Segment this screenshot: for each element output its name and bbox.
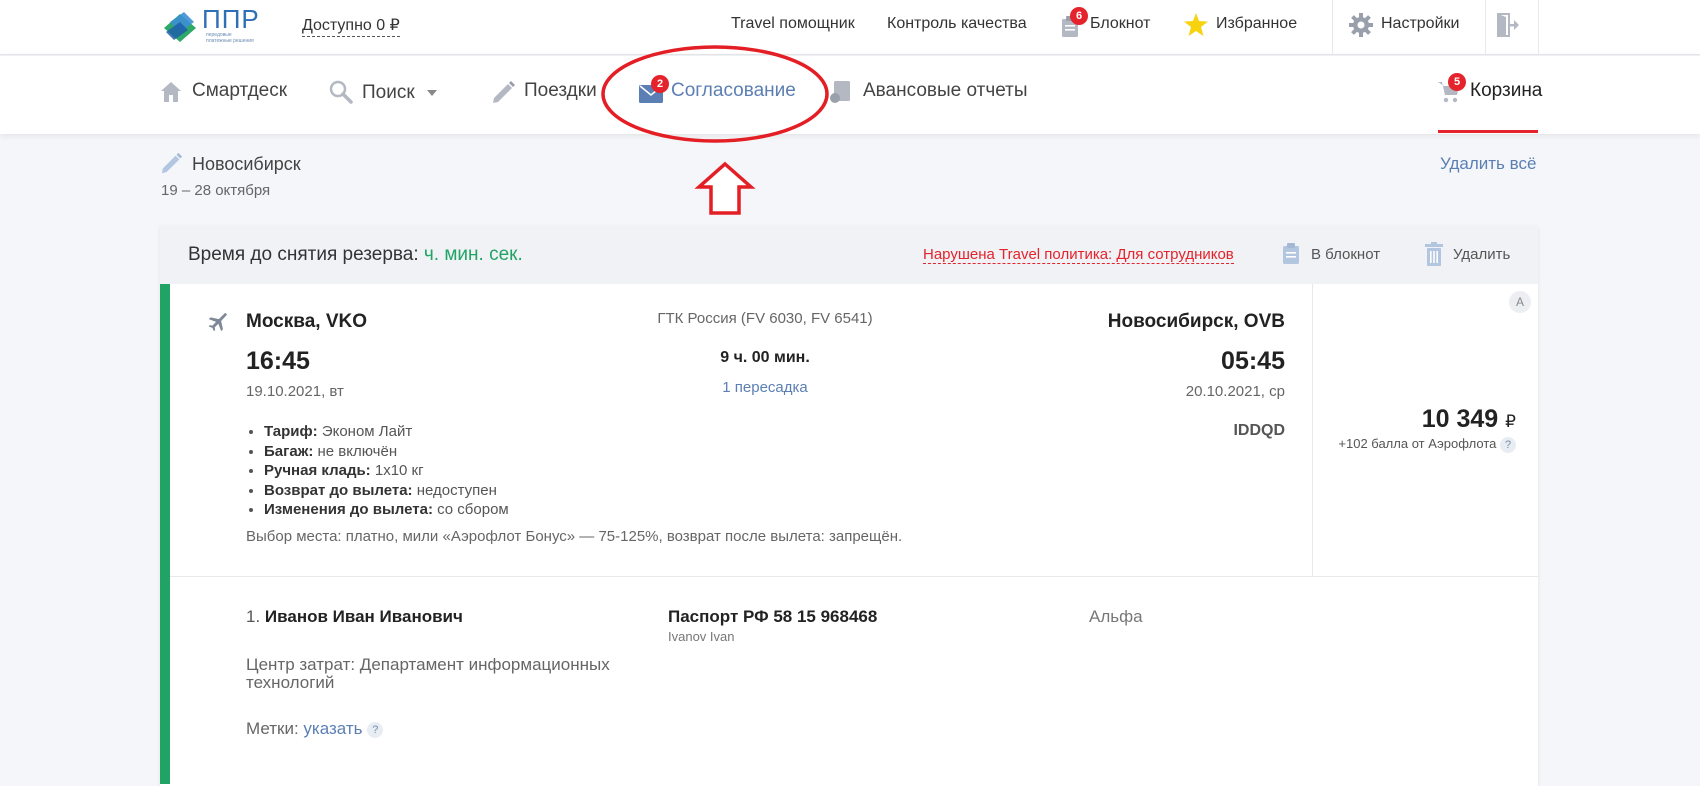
status-bar xyxy=(160,284,170,784)
reservation-card-header: Время до снятия резерва: ч. мин. сек. На… xyxy=(160,226,1538,284)
star-icon xyxy=(1184,13,1208,36)
departure-city: Москва, VKO xyxy=(246,311,367,332)
departure-date: 19.10.2021, вт xyxy=(246,383,344,400)
logo-text: ППР xyxy=(202,4,260,34)
section-divider xyxy=(170,576,1538,577)
delete-label: Удалить xyxy=(1453,246,1511,263)
top-bar: ППР передовые платежные решения Доступно… xyxy=(0,0,1700,55)
divider xyxy=(1332,0,1333,54)
arrival-date: 20.10.2021, ср xyxy=(1185,383,1285,400)
passenger-latin-name: Ivanov Ivan xyxy=(668,629,735,644)
cost-center: Центр затрат: Департамент информационных… xyxy=(246,655,610,692)
tags-link[interactable]: указать xyxy=(303,719,362,738)
nav-approval-label: Согласование xyxy=(671,80,796,101)
nav-advance-reports-label: Авансовые отчеты xyxy=(863,80,1028,101)
notebook-icon xyxy=(1283,243,1299,264)
arrival-time: 05:45 xyxy=(1221,347,1285,375)
list-item: Изменения до вылета: со сбором xyxy=(264,500,509,520)
reserve-timer: Время до снятия резерва: ч. мин. сек. xyxy=(188,244,523,266)
notebook-count-badge: 6 xyxy=(1070,7,1088,25)
carrier-info: ГТК Россия (FV 6030, FV 6541) xyxy=(657,310,873,327)
logout-icon[interactable] xyxy=(1497,13,1519,37)
reserve-timer-label: Время до снятия резерва: xyxy=(188,244,419,265)
to-notebook-label: В блокнот xyxy=(1311,246,1381,263)
seat-selection-note: Выбор места: платно, мили «Аэрофлот Бону… xyxy=(246,528,903,545)
nav-search[interactable]: Поиск xyxy=(329,76,444,112)
notebook-link[interactable]: 6 Блокнот xyxy=(1059,7,1154,46)
to-notebook-button[interactable]: В блокнот xyxy=(1282,242,1392,268)
policy-violation-link[interactable]: Нарушена Travel политика: Для сотруднико… xyxy=(923,246,1234,264)
nav-search-label: Поиск xyxy=(362,82,415,103)
list-item: Ручная кладь: 1x10 кг xyxy=(264,461,509,481)
trash-icon xyxy=(1425,242,1443,266)
list-item: Возврат до вылета: недоступен xyxy=(264,481,509,501)
airplane-icon xyxy=(208,312,228,332)
price-currency: ₽ xyxy=(1505,412,1516,431)
settings-label: Настройки xyxy=(1381,15,1460,32)
passenger-document: Паспорт РФ 58 15 968468 xyxy=(668,607,878,626)
passenger-index: 1. xyxy=(246,607,261,626)
divider xyxy=(1485,0,1486,54)
arrival-city: Новосибирск, OVB xyxy=(1107,311,1285,332)
nav-cart-label: Корзина xyxy=(1470,80,1543,101)
passenger-tags: Метки: указать ? xyxy=(246,719,384,739)
price-divider xyxy=(1312,284,1313,576)
passenger-name: 1. Иванов Иван Иванович xyxy=(246,607,463,627)
nav-smartdesk-label: Смартдеск xyxy=(192,80,288,101)
help-icon[interactable]: ? xyxy=(367,721,384,738)
gear-icon xyxy=(1349,13,1373,37)
cart-count-badge: 5 xyxy=(1448,73,1466,91)
departure-time: 16:45 xyxy=(246,347,310,375)
balance-link[interactable]: Доступно 0 ₽ xyxy=(302,15,400,37)
nav-cart-active-underline xyxy=(1438,130,1538,133)
list-item: Тариф: Эконом Лайт xyxy=(264,422,509,442)
settings-link[interactable]: Настройки xyxy=(1349,10,1469,42)
edit-trip-icon[interactable] xyxy=(161,152,183,174)
trip-dates: 19 – 28 октября xyxy=(161,182,271,199)
price-value: 10 349 xyxy=(1421,405,1499,433)
price: 10 349 ₽ xyxy=(1320,405,1516,434)
divider xyxy=(1538,0,1539,54)
search-icon xyxy=(329,80,353,104)
reports-icon xyxy=(830,81,850,103)
nav-advance-reports[interactable]: Авансовые отчеты xyxy=(829,76,1029,112)
bonus-info: +102 балла от Аэрофлота ? xyxy=(1320,436,1516,453)
notebook-label: Блокнот xyxy=(1090,15,1151,32)
up-arrow-icon xyxy=(694,161,756,215)
bonus-text: +102 балла от Аэрофлота xyxy=(1338,436,1497,451)
help-icon[interactable]: ? xyxy=(1500,436,1516,453)
favorites-label: Избранное xyxy=(1216,15,1298,32)
trip-destination[interactable]: Новосибирск xyxy=(192,154,301,175)
logo[interactable]: ППР передовые платежные решения xyxy=(160,4,260,48)
travel-helper-link[interactable]: Travel помощник xyxy=(731,15,855,33)
nav-trips[interactable]: Поездки xyxy=(492,76,602,112)
nav-smartdesk[interactable]: Смартдеск xyxy=(160,76,290,112)
logo-mark-icon xyxy=(164,12,196,42)
chevron-down-icon xyxy=(427,90,437,96)
approval-count-badge: 2 xyxy=(651,75,669,93)
reserve-timer-value: ч. мин. сек. xyxy=(423,244,523,265)
tariff-terms-list: Тариф: Эконом Лайт Багаж: не включён Руч… xyxy=(246,422,509,520)
list-item: Багаж: не включён xyxy=(264,442,509,462)
nav-cart[interactable]: 5 Корзина xyxy=(1438,73,1542,134)
main-nav: Смартдеск Поиск Поездки 2 Согласование А… xyxy=(0,55,1700,134)
delete-button[interactable]: Удалить xyxy=(1425,242,1520,268)
passenger-company: Альфа xyxy=(1089,607,1143,626)
transfers-link[interactable]: 1 пересадка xyxy=(665,379,865,396)
delete-all-link[interactable]: Удалить всё xyxy=(1440,154,1536,174)
fare-class-badge: A xyxy=(1509,291,1531,313)
nav-approval[interactable]: 2 Согласование xyxy=(639,75,799,112)
flight-duration: 9 ч. 00 мин. xyxy=(720,349,810,366)
booking-code: IDDQD xyxy=(1233,422,1285,439)
home-icon xyxy=(161,82,181,102)
pencil-icon xyxy=(493,81,515,103)
nav-trips-label: Поездки xyxy=(524,80,597,101)
tags-label: Метки: xyxy=(246,719,299,738)
passenger-full-name: Иванов Иван Иванович xyxy=(264,607,463,626)
quality-control-link[interactable]: Контроль качества xyxy=(887,15,1027,33)
logo-subtitle: передовые платежные решения xyxy=(206,32,254,44)
favorites-link[interactable]: Избранное xyxy=(1184,10,1299,42)
